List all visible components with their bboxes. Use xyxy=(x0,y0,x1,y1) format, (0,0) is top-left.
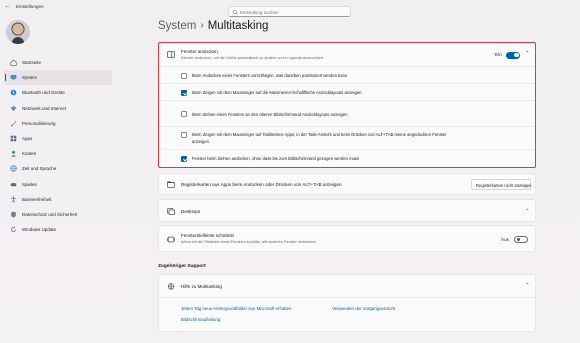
window-title: Einstellungen xyxy=(16,4,44,9)
snap-window-icon xyxy=(167,51,175,58)
snap-windows-header[interactable]: Fenster andocken Fenster andocken, um di… xyxy=(159,43,535,67)
sidebar-item-time-language[interactable]: Zeit und Sprache xyxy=(4,161,112,176)
chevron-down-icon: ⌄ xyxy=(523,182,527,187)
sidebar-item-label: Personalisierung xyxy=(22,120,56,126)
sidebar-item-network[interactable]: Netzwerk und Internet xyxy=(4,101,112,116)
sidebar: Startseite System Bluetooth und Geräte N… xyxy=(0,14,115,343)
chevron-down-icon[interactable]: ⌄ xyxy=(525,206,530,212)
snap-windows-group: Fenster andocken Fenster andocken, um di… xyxy=(158,42,536,168)
sidebar-item-label: Windows Update xyxy=(22,227,57,233)
snap-option-2-label: Beim Zeigen mit dem Mauszeiger auf die M… xyxy=(192,90,362,95)
update-icon xyxy=(11,226,16,233)
brush-icon xyxy=(10,120,17,127)
sidebar-item-label: Zeit und Sprache xyxy=(22,166,57,172)
alttab-tabs-dropdown[interactable]: Registerkarten nicht anzeigen ⌄ xyxy=(471,179,531,190)
gamepad-icon xyxy=(10,182,17,186)
home-icon xyxy=(10,59,17,66)
search-box[interactable]: Einstellung suchen xyxy=(228,6,351,17)
help-card: Hilfe zu Multitasking ⌃ Jeden Tag neue H… xyxy=(158,274,536,332)
avatar[interactable] xyxy=(6,20,30,44)
title-bar-shake-toggle[interactable] xyxy=(514,236,528,243)
title-bar-shake-subtitle: Wenn ich die Titelleiste eines Fensters … xyxy=(181,239,317,244)
alttab-tabs-title: Registerkarten aus Apps beim Andocken od… xyxy=(181,182,342,187)
snap-option-3[interactable]: Beim Ziehen eines Fensters an den oberen… xyxy=(159,101,535,127)
chevron-up-icon[interactable]: ⌃ xyxy=(525,283,530,289)
account-icon xyxy=(11,150,16,157)
snap-option-3-checkbox[interactable] xyxy=(181,111,187,117)
sidebar-item-label: Netzwerk und Internet xyxy=(22,105,67,111)
globe-icon xyxy=(167,282,175,290)
accessibility-icon xyxy=(11,196,16,203)
snap-windows-subtitle: Fenster andocken, um die Größe automatis… xyxy=(181,55,324,60)
sidebar-item-label: System xyxy=(22,75,38,81)
sidebar-item-label: Konten xyxy=(22,151,37,157)
sidebar-item-label: Barrierefreiheit xyxy=(22,196,52,202)
settings-window: ← Einstellungen Einstellung suchen Start… xyxy=(0,0,580,343)
desktops-icon xyxy=(167,208,175,215)
sidebar-item-apps[interactable]: Apps xyxy=(4,131,112,146)
sidebar-item-label: Bluetooth und Geräte xyxy=(22,90,65,96)
snap-option-4-label-continued: anzeigen xyxy=(192,138,209,144)
search-placeholder: Einstellung suchen xyxy=(240,10,279,15)
snap-option-1-checkbox[interactable] xyxy=(181,72,187,79)
alttab-tabs-setting: Registerkarten aus Apps beim Andocken od… xyxy=(158,173,536,195)
sidebar-item-personalization[interactable]: Personalisierung xyxy=(4,116,112,131)
network-icon xyxy=(10,106,17,111)
snap-option-1-label: Beim Andocken eines Fensters vorschlagen… xyxy=(192,73,348,78)
globe-icon xyxy=(10,165,17,173)
snap-option-3-label: Beim Ziehen eines Fensters an den oberen… xyxy=(192,111,348,117)
sidebar-item-accessibility[interactable]: Barrierefreiheit xyxy=(4,192,112,207)
help-link-wallpapers[interactable]: Jeden Tag neue Hintergrundbilder von Mic… xyxy=(181,306,291,311)
sidebar-item-accounts[interactable]: Konten xyxy=(4,146,112,161)
page-title: Multitasking xyxy=(207,20,269,32)
sidebar-item-label: Apps xyxy=(22,136,33,142)
shake-toggle-label: Aus xyxy=(501,237,509,242)
snap-option-1[interactable]: Beim Andocken eines Fensters vorschlagen… xyxy=(159,67,535,84)
breadcrumb: System › Multitasking xyxy=(158,20,268,32)
help-header[interactable]: Hilfe zu Multitasking ⌃ xyxy=(159,275,535,298)
shake-window-icon xyxy=(167,236,175,243)
help-link-split-screen[interactable]: Bildschirmaufteilung xyxy=(181,317,220,322)
tabs-window-icon xyxy=(167,181,175,188)
back-arrow-icon[interactable]: ← xyxy=(4,3,11,10)
breadcrumb-parent[interactable]: System xyxy=(158,20,196,32)
help-link-task-view[interactable]: Verwenden der Vorgangsansicht xyxy=(332,306,395,311)
apps-icon xyxy=(10,135,17,142)
sidebar-item-system[interactable]: System xyxy=(4,70,112,86)
shield-icon xyxy=(11,211,16,218)
search-icon xyxy=(233,9,238,15)
sidebar-item-windows-update[interactable]: Windows Update xyxy=(4,222,112,237)
desktops-setting[interactable]: Desktops ⌄ xyxy=(158,199,536,222)
breadcrumb-separator: › xyxy=(200,20,204,31)
snap-option-4-label: Beim Zeigen mit dem Mauszeiger auf Taskl… xyxy=(192,132,447,137)
title-bar-shake-setting: Fenstertitelleiste schütteln Wenn ich di… xyxy=(158,225,536,252)
snap-option-4[interactable]: Beim Zeigen mit dem Mauszeiger auf Taskl… xyxy=(159,127,535,150)
system-icon xyxy=(10,75,17,81)
sidebar-item-gaming[interactable]: Spielen xyxy=(4,177,112,192)
title-bar-shake-title: Fenstertitelleiste schütteln xyxy=(181,233,235,238)
sidebar-item-bluetooth[interactable]: Bluetooth und Geräte xyxy=(4,85,112,100)
sidebar-item-privacy[interactable]: Datenschutz und Sicherheit xyxy=(4,207,112,222)
sidebar-nav: Startseite System Bluetooth und Geräte N… xyxy=(4,55,112,237)
snap-toggle-label: Ein xyxy=(495,52,502,57)
snap-option-5-checkbox[interactable] xyxy=(181,155,187,162)
snap-option-5-label: Fenster beim Ziehen andocken, ohne dass … xyxy=(192,156,360,161)
related-support-heading: Zugehöriger Support xyxy=(158,264,206,269)
bluetooth-icon xyxy=(10,90,17,96)
sidebar-item-label: Datenschutz und Sicherheit xyxy=(22,211,78,217)
help-title: Hilfe zu Multitasking xyxy=(181,284,222,289)
sidebar-item-label: Spielen xyxy=(22,181,38,187)
snap-option-2-checkbox[interactable] xyxy=(181,89,187,96)
chevron-up-icon[interactable]: ⌃ xyxy=(525,51,530,57)
snap-windows-toggle[interactable] xyxy=(506,51,520,59)
snap-option-5[interactable]: Fenster beim Ziehen andocken, ohne dass … xyxy=(159,150,535,167)
desktops-title: Desktops xyxy=(181,209,201,214)
snap-option-2[interactable]: Beim Zeigen mit dem Mauszeiger auf die M… xyxy=(159,84,535,101)
snap-option-4-checkbox[interactable] xyxy=(181,132,187,138)
sidebar-item-startseite[interactable]: Startseite xyxy=(4,55,112,70)
snap-windows-title: Fenster andocken xyxy=(181,49,218,54)
sidebar-item-label: Startseite xyxy=(22,60,42,66)
